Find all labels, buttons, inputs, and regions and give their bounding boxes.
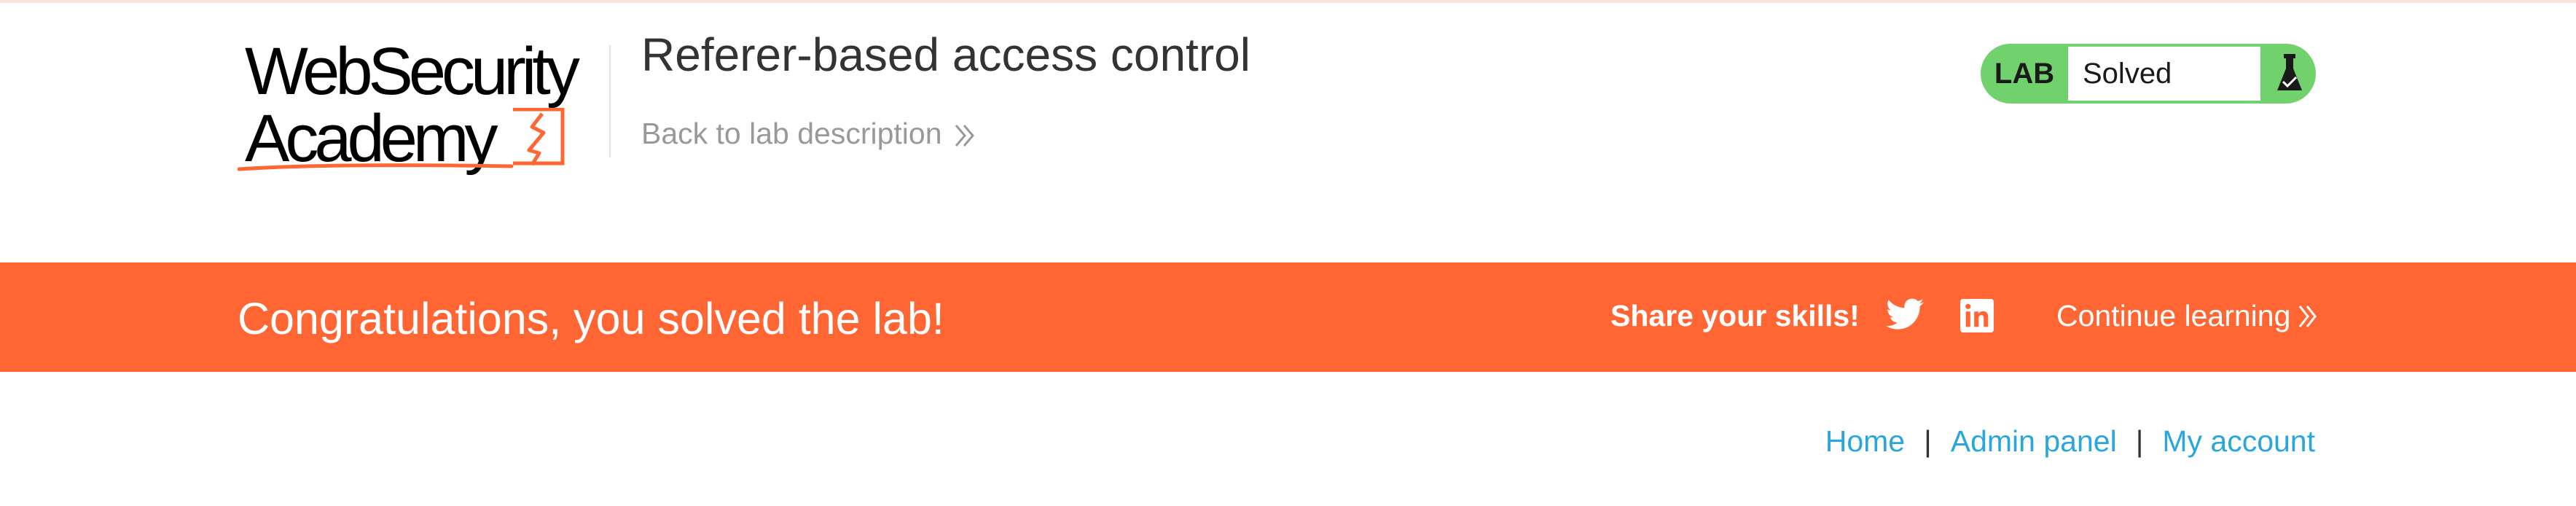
nav-separator: |: [1924, 424, 1932, 458]
double-chevron-right-icon: [2299, 305, 2317, 327]
lab-status-value: Solved: [2068, 47, 2260, 101]
back-link-label: Back to lab description: [641, 117, 942, 150]
logo-bolt-icon: [513, 108, 565, 166]
continue-learning-label: Continue learning: [2056, 299, 2291, 332]
top-nav: Home | Admin panel | My account: [1825, 424, 2315, 459]
lab-status-widget: LAB Solved: [1981, 44, 2316, 104]
linkedin-icon[interactable]: [1960, 299, 1994, 332]
double-chevron-right-icon: [955, 124, 974, 147]
nav-separator: |: [2135, 424, 2144, 458]
lab-status-label: LAB: [1994, 57, 2055, 90]
back-to-lab-description-link[interactable]: Back to lab description: [641, 117, 976, 151]
flask-check-icon: [2263, 44, 2316, 104]
solved-banner: Congratulations, you solved the lab! Sha…: [0, 262, 2576, 372]
nav-my-account-link[interactable]: My account: [2162, 424, 2315, 459]
share-skills-label: Share your skills!: [1610, 299, 1860, 332]
web-security-academy-logo[interactable]: WebSecurity Academy: [238, 38, 609, 176]
logo-text-line1: WebSecurity: [245, 34, 580, 109]
nav-admin-panel-link[interactable]: Admin panel: [1951, 424, 2117, 459]
congratulations-message: Congratulations, you solved the lab!: [238, 294, 944, 343]
logo-underline: [238, 163, 514, 171]
top-border: [0, 0, 2576, 3]
nav-home-link[interactable]: Home: [1825, 424, 1905, 459]
header-divider: [609, 45, 611, 157]
continue-learning-link[interactable]: Continue learning: [2056, 299, 2318, 333]
twitter-icon[interactable]: [1886, 297, 1924, 331]
lab-title: Referer-based access control: [641, 28, 1250, 81]
